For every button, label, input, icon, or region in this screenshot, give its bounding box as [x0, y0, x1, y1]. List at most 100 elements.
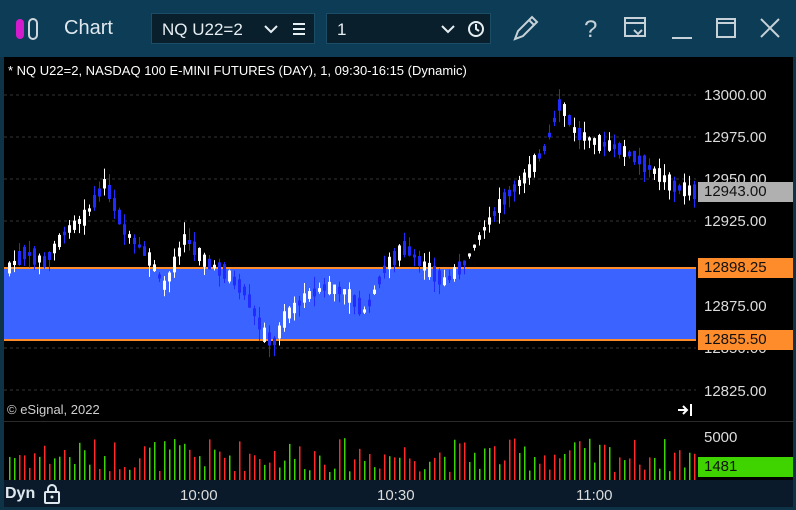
candle-body: [348, 289, 351, 303]
price-tick: 12975.00: [704, 129, 767, 146]
interval-selector[interactable]: 1: [326, 13, 491, 44]
menu-lines-icon[interactable]: [292, 21, 306, 37]
volume-bar: [564, 453, 566, 480]
volume-bar: [34, 453, 36, 480]
volume-bar: [354, 459, 356, 480]
volume-bar: [359, 448, 361, 480]
candle-body: [523, 172, 526, 184]
candle-body: [38, 255, 41, 263]
candle-body: [428, 262, 431, 278]
volume-bar: [589, 438, 591, 480]
volume-bar: [474, 452, 476, 480]
candle-body: [323, 284, 326, 291]
close-icon[interactable]: [754, 12, 786, 44]
volume-bar: [54, 458, 56, 480]
chevron-down-icon[interactable]: [264, 24, 278, 34]
volume-bar: [674, 452, 676, 480]
volume-chart[interactable]: [4, 421, 696, 480]
candle-body: [273, 337, 276, 346]
time-tick: 10:30: [377, 487, 415, 504]
candle-body: [583, 132, 586, 141]
candle-body: [433, 265, 436, 282]
grid-lines: [4, 94, 696, 391]
candle-body: [488, 217, 491, 225]
volume-bar: [64, 450, 66, 480]
candle-body: [408, 246, 411, 256]
candle-body: [98, 188, 101, 197]
volume-bar: [254, 455, 256, 480]
price-chart[interactable]: * NQ U22=2, NASDAQ 100 E-MINI FUTURES (D…: [4, 57, 696, 421]
candle-body: [243, 286, 246, 296]
candle-body: [458, 261, 461, 275]
volume-bar: [289, 443, 291, 480]
volume-bar: [429, 461, 431, 480]
volume-bar: [424, 469, 426, 480]
maximize-icon[interactable]: [710, 12, 742, 44]
volume-bar: [144, 446, 146, 480]
candle-body: [23, 246, 26, 260]
volume-bar: [69, 457, 71, 480]
volume-bar: [334, 468, 336, 480]
volume-bar: [489, 448, 491, 480]
candle-body: [268, 332, 271, 346]
volume-bar: [484, 448, 486, 480]
clock-icon[interactable]: [467, 20, 485, 38]
chevron-down-icon[interactable]: [441, 24, 455, 34]
candle-body: [663, 175, 666, 183]
candle-body: [563, 104, 566, 116]
candle-body: [108, 184, 111, 200]
time-tick: 10:00: [180, 487, 218, 504]
volume-bar: [454, 439, 456, 480]
candle-body: [568, 115, 571, 125]
volume-bar: [664, 439, 666, 480]
volume-bar: [194, 456, 196, 480]
price-tick: 12875.00: [704, 298, 767, 315]
candle-body: [413, 254, 416, 258]
candle-body: [603, 141, 606, 147]
candle-body: [673, 180, 676, 192]
help-icon[interactable]: ?: [575, 12, 607, 44]
volume-bar: [114, 442, 116, 480]
volume-bar: [549, 469, 551, 480]
volume-bar: [394, 457, 396, 480]
candle-body: [198, 247, 201, 262]
lock-icon[interactable]: [43, 484, 61, 504]
symbol-selector[interactable]: NQ U22=2: [151, 13, 315, 44]
volume-axis: 5000 1481: [696, 421, 793, 480]
volume-bar: [684, 467, 686, 480]
volume-bar: [229, 455, 231, 480]
chart-header: * NQ U22=2, NASDAQ 100 E-MINI FUTURES (D…: [8, 63, 467, 78]
volume-bar: [44, 445, 46, 480]
candle-body: [178, 247, 181, 257]
candle-body: [343, 289, 346, 295]
volume-bar: [224, 457, 226, 480]
candle-body: [278, 325, 281, 339]
volume-bar: [449, 471, 451, 480]
volume-bar: [169, 449, 171, 480]
volume-bar: [679, 450, 681, 480]
candle-body: [513, 184, 516, 192]
template-icon[interactable]: [620, 12, 652, 44]
candle-body: [208, 258, 211, 270]
candle-body: [158, 274, 161, 279]
candle-body: [258, 317, 261, 330]
price-axis[interactable]: 13000.00 12975.00 12950.00 12925.00 1287…: [696, 57, 793, 421]
time-axis[interactable]: Dyn 10:00 10:30 11:00: [4, 480, 793, 507]
candle-body: [493, 211, 496, 216]
candle-body: [33, 248, 36, 265]
candle-body: [538, 153, 541, 159]
volume-bar: [274, 450, 276, 480]
candle-body: [253, 308, 256, 317]
candle-body: [318, 288, 321, 292]
minimize-icon[interactable]: [666, 12, 698, 44]
candle-body: [598, 135, 601, 151]
candle-body: [173, 256, 176, 273]
scroll-to-end-icon[interactable]: [677, 403, 693, 417]
volume-bar: [579, 441, 581, 480]
pencil-icon[interactable]: [510, 12, 542, 44]
candle-body: [83, 209, 86, 226]
candlestick-plot[interactable]: [4, 57, 696, 421]
volume-bar: [84, 450, 86, 480]
volume-bar: [369, 454, 371, 480]
candle-body: [483, 227, 486, 231]
